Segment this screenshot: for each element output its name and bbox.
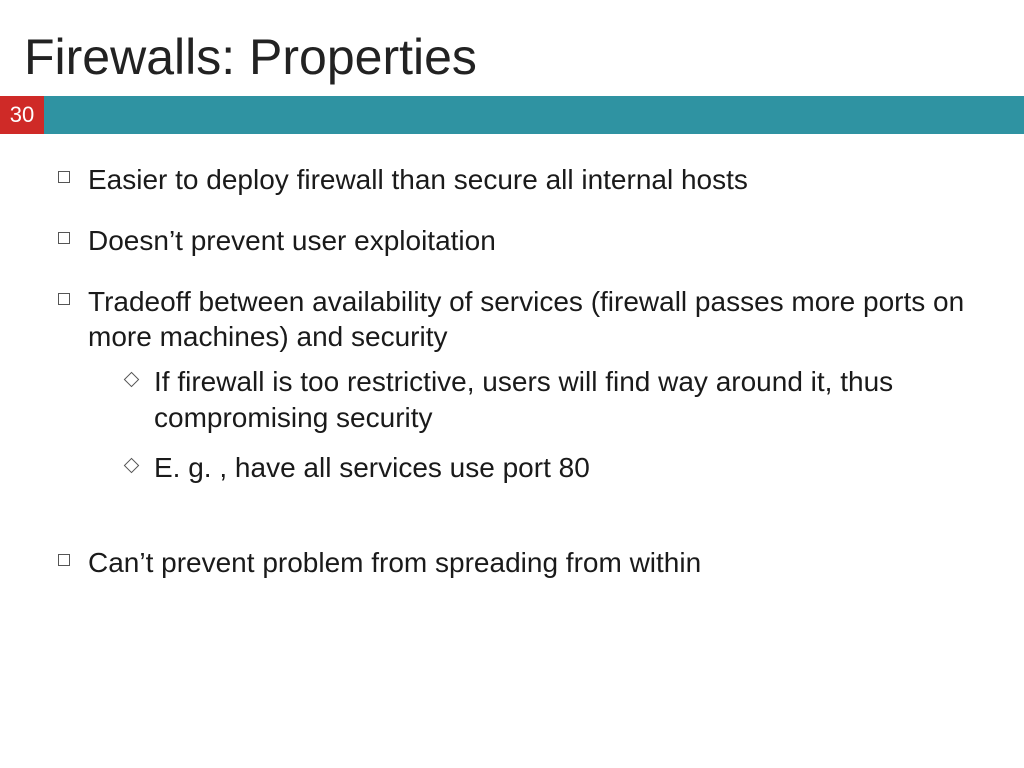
list-item: E. g. , have all services use port 80 — [126, 450, 984, 486]
slide: Firewalls: Properties 30 Easier to deplo… — [0, 0, 1024, 768]
bullet-text: Doesn’t prevent user exploitation — [88, 225, 496, 256]
slide-body: Easier to deploy firewall than secure al… — [0, 134, 1024, 580]
bullet-text: Tradeoff between availability of service… — [88, 286, 964, 352]
sub-bullet-list: If firewall is too restrictive, users wi… — [126, 364, 984, 485]
slide-title: Firewalls: Properties — [0, 0, 1024, 96]
header-band: 30 — [0, 96, 1024, 134]
page-number: 30 — [0, 96, 44, 134]
list-item: Can’t prevent problem from spreading fro… — [58, 545, 984, 580]
bullet-text: Can’t prevent problem from spreading fro… — [88, 547, 701, 578]
bullet-list: Easier to deploy firewall than secure al… — [58, 162, 984, 580]
list-item: Easier to deploy firewall than secure al… — [58, 162, 984, 197]
list-item: Doesn’t prevent user exploitation — [58, 223, 984, 258]
bullet-text: Easier to deploy firewall than secure al… — [88, 164, 748, 195]
bullet-text: E. g. , have all services use port 80 — [154, 452, 590, 483]
accent-band — [44, 96, 1024, 134]
bullet-text: If firewall is too restrictive, users wi… — [154, 366, 893, 433]
list-item: If firewall is too restrictive, users wi… — [126, 364, 984, 436]
list-item: Tradeoff between availability of service… — [58, 284, 984, 485]
